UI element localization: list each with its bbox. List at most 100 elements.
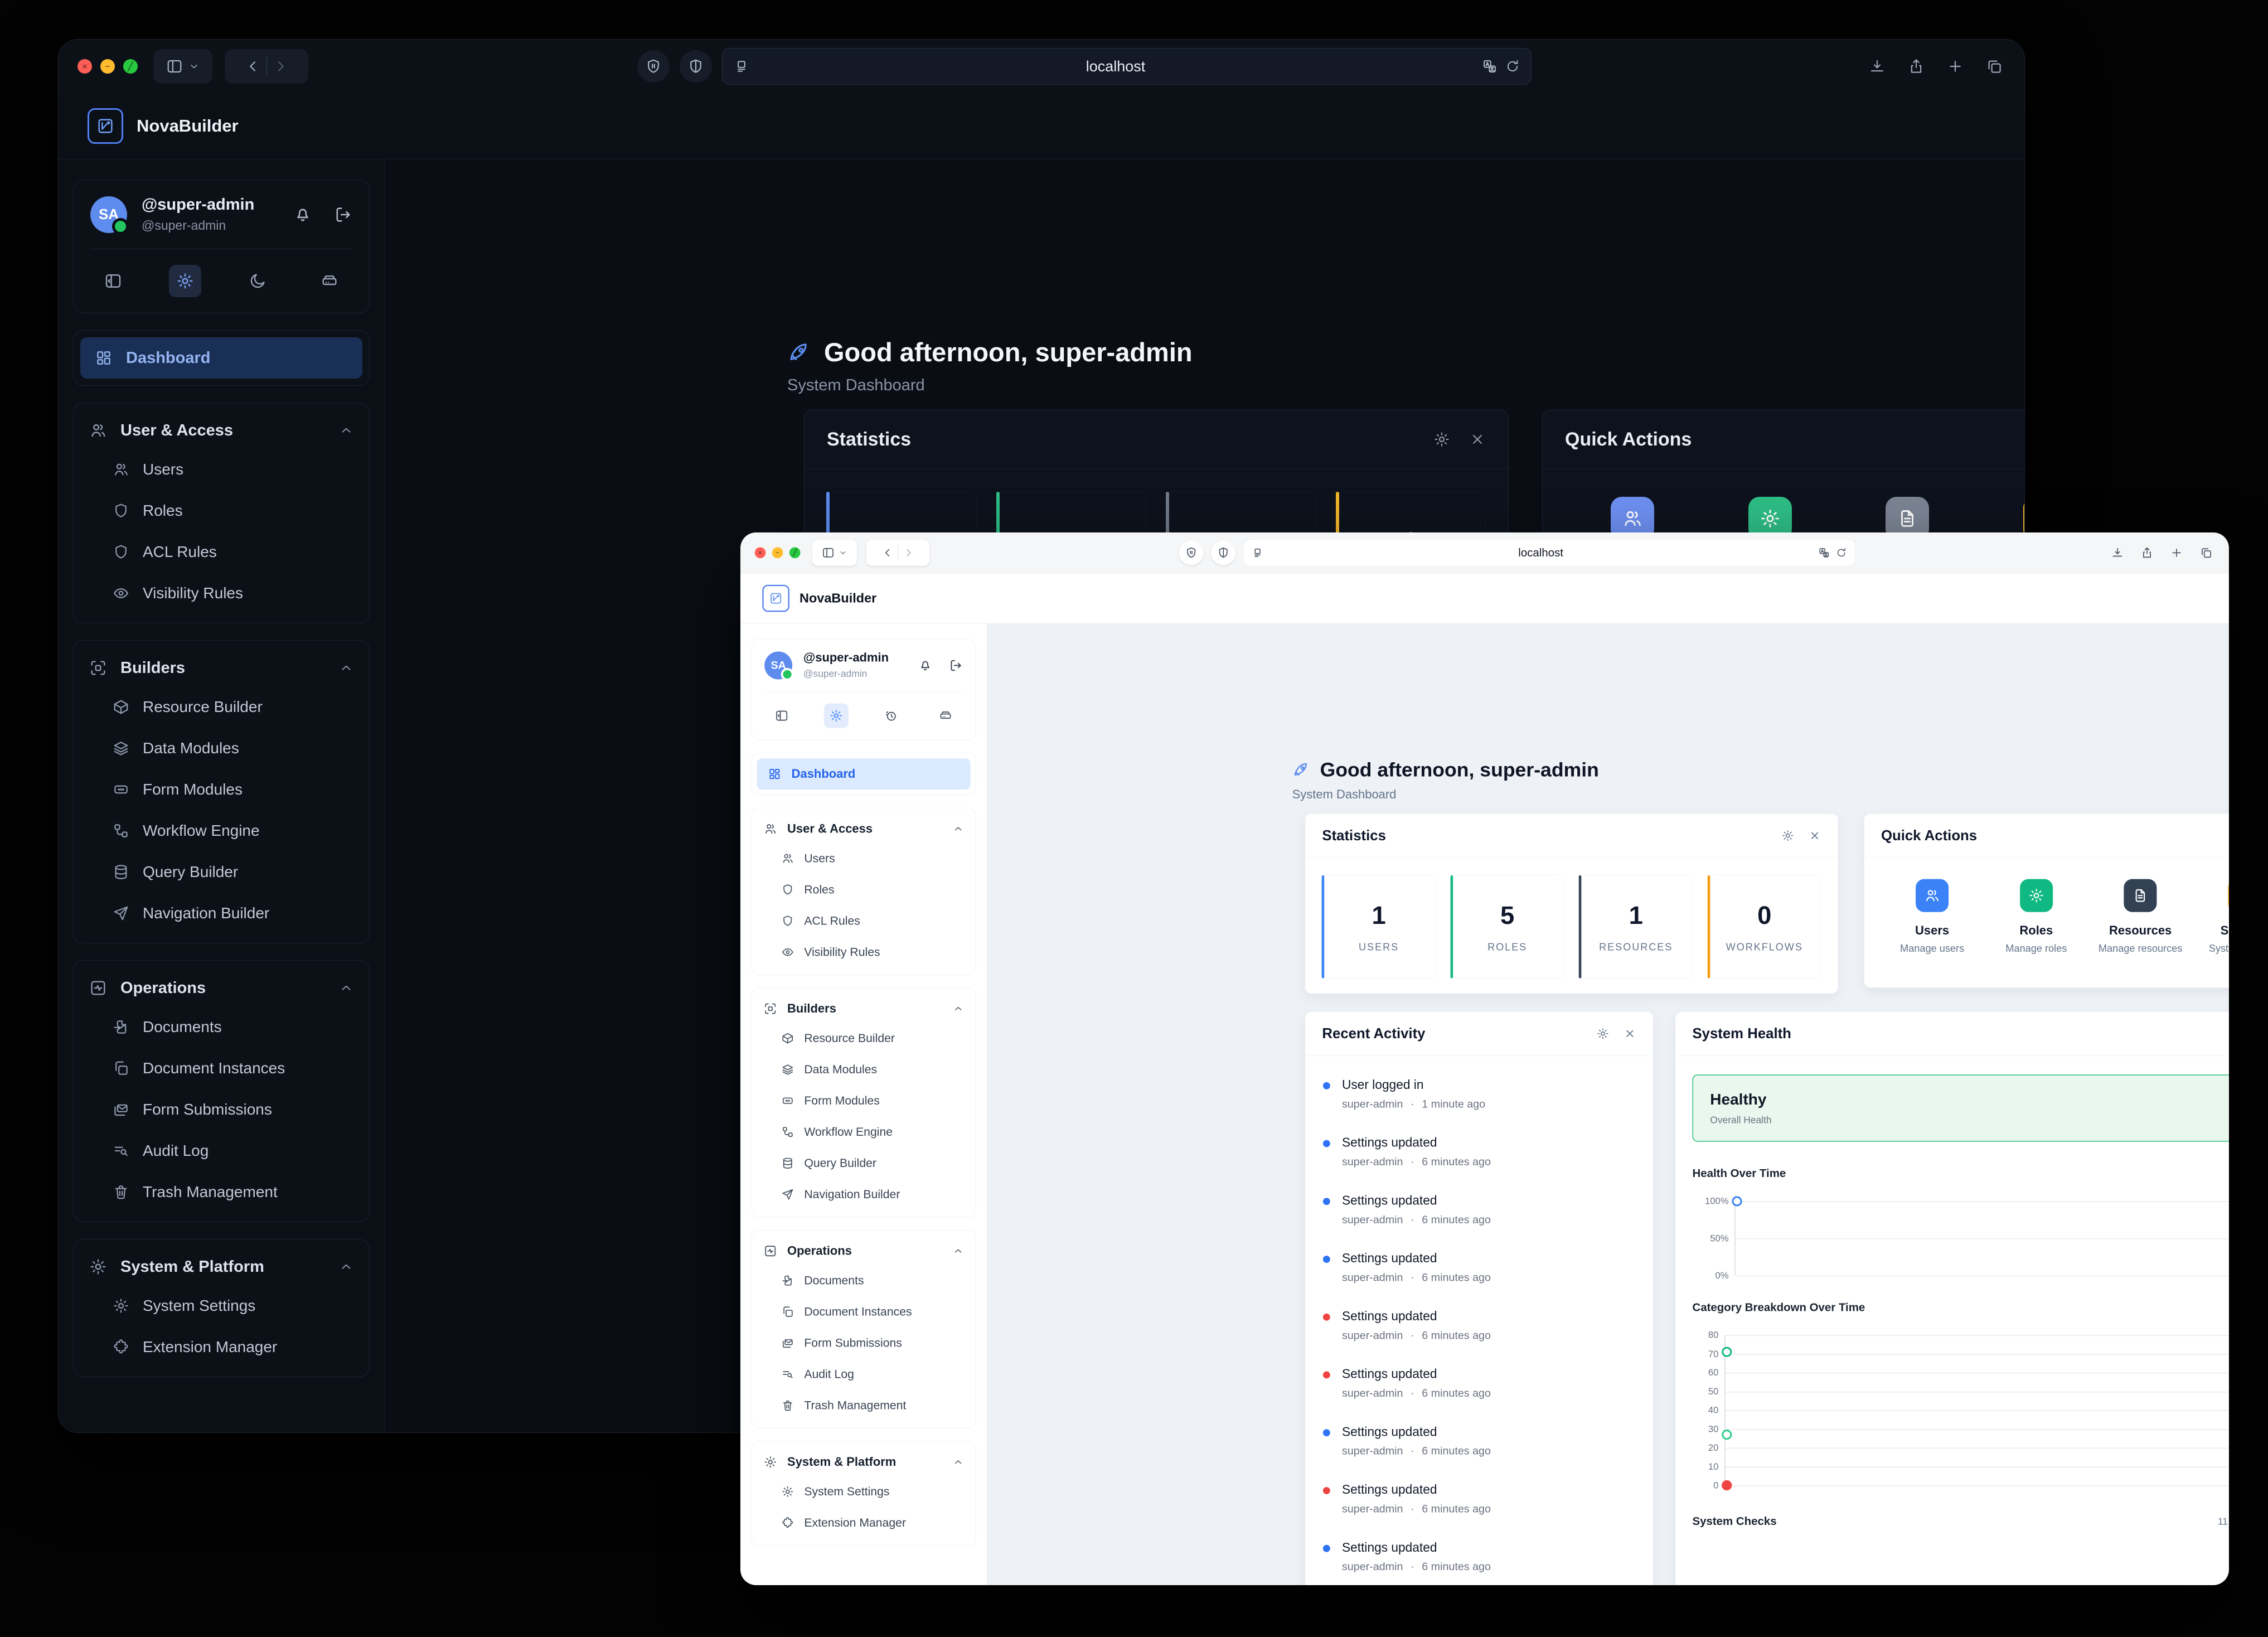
- sidebar-item-extension-manager[interactable]: Extension Manager: [757, 1507, 971, 1538]
- zoom-window-button[interactable]: ╱: [789, 548, 801, 559]
- sidebar-item-form-submissions[interactable]: Form Submissions: [80, 1089, 362, 1130]
- sidebar-item-data-modules[interactable]: Data Modules: [757, 1054, 971, 1085]
- sidebar-item-dashboard[interactable]: Dashboard: [80, 337, 362, 379]
- close-window-button[interactable]: ×: [77, 59, 92, 74]
- sidebar-item-label: Extension Manager: [143, 1338, 277, 1356]
- sidebar-item-trash-management[interactable]: Trash Management: [757, 1390, 971, 1421]
- tracking-protection-button[interactable]: [637, 50, 670, 83]
- avatar[interactable]: SA: [90, 196, 127, 233]
- sidebar-item-navigation-builder[interactable]: Navigation Builder: [757, 1179, 971, 1210]
- sidebar-item-navigation-builder[interactable]: Navigation Builder: [80, 893, 362, 934]
- theme-toggle-button[interactable]: [879, 704, 903, 728]
- sidebar-item-acl-rules[interactable]: ACL Rules: [80, 531, 362, 573]
- sidebar-item-visibility-rules[interactable]: Visibility Rules: [80, 573, 362, 614]
- quick-action-roles[interactable]: RolesManage roles: [1992, 879, 2081, 955]
- section-header-user-access[interactable]: User & Access: [757, 815, 971, 843]
- sidebar-item-trash-management[interactable]: Trash Management: [80, 1171, 362, 1213]
- sidebar-item-form-submissions[interactable]: Form Submissions: [757, 1328, 971, 1359]
- shield-button[interactable]: [680, 50, 712, 83]
- new-tab-button[interactable]: [2168, 544, 2185, 561]
- widget-title: Statistics: [1322, 827, 1385, 844]
- sidebar-item-users[interactable]: Users: [757, 843, 971, 874]
- widget-settings-button[interactable]: [1781, 829, 1794, 842]
- sidebar-item-resource-builder[interactable]: Resource Builder: [757, 1023, 971, 1054]
- section-header-user-access[interactable]: User & Access: [80, 412, 362, 449]
- sidebar-item-data-modules[interactable]: Data Modules: [80, 728, 362, 769]
- category-chart-title: Category Breakdown Over Time: [1692, 1301, 2228, 1314]
- sidebar-item-workflow-engine[interactable]: Workflow Engine: [80, 810, 362, 851]
- collapse-sidebar-button[interactable]: [769, 704, 794, 728]
- sidebar-item-form-modules[interactable]: Form Modules: [757, 1085, 971, 1116]
- section-header-operations[interactable]: Operations: [757, 1237, 971, 1265]
- sidebar-item-roles[interactable]: Roles: [757, 874, 971, 905]
- sidebar-item-workflow-engine[interactable]: Workflow Engine: [757, 1116, 971, 1147]
- quick-action-settings[interactable]: SettingsSystem settings: [2200, 879, 2229, 955]
- sidebar-item-form-modules[interactable]: Form Modules: [80, 769, 362, 810]
- sidebar-item-system-settings[interactable]: System Settings: [80, 1285, 362, 1326]
- sidebar-toggle-button[interactable]: [812, 540, 857, 566]
- shield-button[interactable]: [1211, 540, 1235, 565]
- widget-close-button[interactable]: [1469, 431, 1486, 448]
- new-tab-button[interactable]: [1944, 55, 1966, 78]
- minimize-window-button[interactable]: −: [772, 548, 783, 559]
- sidebar-item-audit-log[interactable]: Audit Log: [80, 1130, 362, 1171]
- address-bar[interactable]: localhost: [722, 48, 1532, 85]
- downloads-button[interactable]: [1866, 55, 1888, 78]
- settings-tool-button[interactable]: [169, 265, 201, 297]
- avatar[interactable]: SA: [764, 651, 792, 679]
- sidebar-item-resource-builder[interactable]: Resource Builder: [80, 686, 362, 728]
- downloads-button[interactable]: [2109, 544, 2126, 561]
- tab-overview-button[interactable]: [1983, 55, 2005, 78]
- sidebar-item-audit-log[interactable]: Audit Log: [757, 1359, 971, 1390]
- sidebar-toggle-button[interactable]: [153, 49, 212, 84]
- sidebar-item-query-builder[interactable]: Query Builder: [757, 1147, 971, 1179]
- zoom-window-button[interactable]: ╱: [123, 59, 138, 74]
- widget-close-button[interactable]: [1809, 829, 1821, 842]
- history-nav-buttons[interactable]: [225, 49, 308, 84]
- sidebar-item-roles[interactable]: Roles: [80, 490, 362, 531]
- logout-button[interactable]: [948, 658, 963, 672]
- minimize-window-button[interactable]: −: [100, 59, 115, 74]
- theme-toggle-button[interactable]: [241, 265, 274, 297]
- address-bar[interactable]: localhost: [1243, 539, 1855, 566]
- section-header-operations[interactable]: Operations: [80, 970, 362, 1006]
- settings-tool-button[interactable]: [824, 704, 849, 728]
- form-icon: [781, 1094, 794, 1107]
- sidebar-item-acl-rules[interactable]: ACL Rules: [757, 905, 971, 937]
- sidebar-item-users[interactable]: Users: [80, 449, 362, 490]
- share-button[interactable]: [1905, 55, 1927, 78]
- activity-dot: [1323, 1429, 1330, 1436]
- quick-action-users[interactable]: UsersManage users: [1888, 879, 1976, 955]
- section-header-system-platform[interactable]: System & Platform: [757, 1448, 971, 1476]
- close-window-button[interactable]: ×: [755, 548, 766, 559]
- sidebar-item-document-instances[interactable]: Document Instances: [757, 1296, 971, 1328]
- stat-value: 1: [1629, 900, 1643, 929]
- widget-close-button[interactable]: [1624, 1027, 1636, 1040]
- tracking-protection-button[interactable]: [1179, 540, 1204, 565]
- sidebar-item-documents[interactable]: Documents: [80, 1006, 362, 1048]
- sidebar-item-visibility-rules[interactable]: Visibility Rules: [757, 937, 971, 968]
- system-info-button[interactable]: [313, 265, 346, 297]
- notifications-button[interactable]: [293, 205, 312, 224]
- sidebar-item-query-builder[interactable]: Query Builder: [80, 851, 362, 893]
- sidebar-item-documents[interactable]: Documents: [757, 1265, 971, 1296]
- history-nav-buttons[interactable]: [866, 540, 930, 566]
- quick-action-resources[interactable]: ResourcesManage resources: [2096, 879, 2185, 955]
- system-info-button[interactable]: [933, 704, 958, 728]
- section-header-builders[interactable]: Builders: [80, 650, 362, 686]
- tab-overview-button[interactable]: [2198, 544, 2214, 561]
- sidebar-item-dashboard[interactable]: Dashboard: [757, 758, 971, 790]
- widget-settings-button[interactable]: [1597, 1027, 1610, 1040]
- section-header-builders[interactable]: Builders: [757, 995, 971, 1023]
- section-header-system-platform[interactable]: System & Platform: [80, 1248, 362, 1285]
- rocket-icon: [787, 341, 811, 364]
- share-button[interactable]: [2139, 544, 2155, 561]
- notifications-button[interactable]: [918, 658, 933, 672]
- widget-settings-button[interactable]: [1433, 431, 1450, 448]
- collapse-sidebar-button[interactable]: [97, 265, 129, 297]
- activity-title: Settings updated: [1342, 1194, 1491, 1208]
- sidebar-item-system-settings[interactable]: System Settings: [757, 1476, 971, 1507]
- sidebar-item-extension-manager[interactable]: Extension Manager: [80, 1326, 362, 1368]
- sidebar-item-document-instances[interactable]: Document Instances: [80, 1048, 362, 1089]
- logout-button[interactable]: [333, 205, 352, 224]
